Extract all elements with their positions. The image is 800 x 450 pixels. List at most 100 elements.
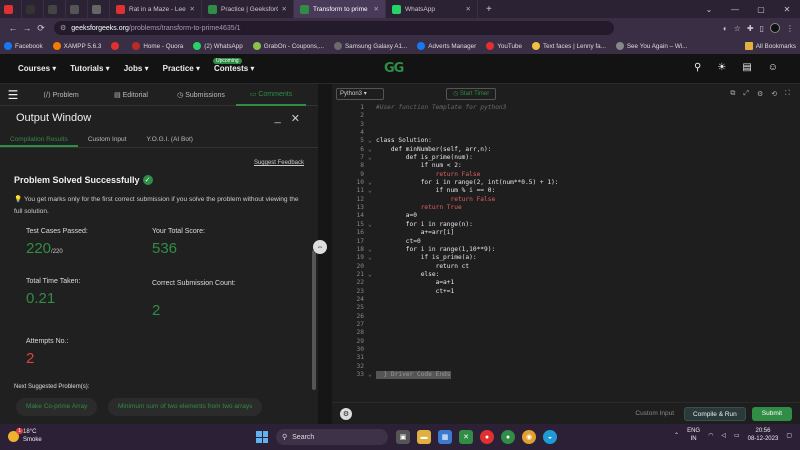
language-indicator[interactable]: ENG IN	[687, 427, 700, 443]
site-info-icon[interactable]: ⚙	[60, 24, 66, 32]
close-tab-icon[interactable]: ✕	[370, 5, 379, 13]
notes-icon[interactable]: ▤	[742, 62, 751, 73]
bookmark-item[interactable]: GrabOn - Coupons,...	[252, 42, 324, 50]
bookmark-item[interactable]	[111, 42, 122, 50]
fold-icon[interactable]: ⌄	[368, 137, 376, 145]
volume-icon[interactable]: ◁	[721, 432, 726, 439]
copy-icon[interactable]: ⧉	[730, 90, 735, 98]
expand-icon[interactable]: ⛶	[785, 90, 790, 98]
maximize-button[interactable]: ▢	[748, 5, 774, 14]
browser-tab[interactable]: Transform to prime | Practice | G✕	[294, 0, 386, 18]
subtab-custom-input[interactable]: Custom Input	[78, 132, 137, 147]
tab-search-icon[interactable]: ⌄	[696, 5, 722, 14]
tab-problem[interactable]: ⟨/⟩ Problem	[26, 91, 96, 99]
close-tab-icon[interactable]: ✕	[462, 5, 471, 13]
notification-icon[interactable]: ▢	[786, 432, 792, 439]
settings-icon[interactable]: ⚙	[757, 90, 763, 98]
nav-item[interactable]: Contests ▾	[214, 64, 254, 73]
compile-run-button[interactable]: Compile & Run	[684, 406, 746, 421]
fold-icon[interactable]: ⌄	[368, 179, 376, 187]
browser-tab[interactable]	[22, 0, 44, 18]
fold-icon[interactable]: ⌄	[368, 187, 376, 195]
bookmark-item[interactable]: Samsung Galaxy A1...	[333, 42, 407, 50]
xbox-icon[interactable]: ✕	[459, 430, 473, 444]
fold-icon[interactable]: ⌄	[368, 154, 376, 162]
bookmark-item[interactable]: Adverts Manager	[417, 42, 476, 50]
suggested-problem-2[interactable]: Minimum sum of two elements from two arr…	[108, 398, 263, 416]
back-icon[interactable]: ←	[6, 23, 20, 33]
output-scrollbar[interactable]	[312, 250, 316, 390]
app-green-icon[interactable]: ●	[501, 430, 515, 444]
all-bookmarks[interactable]: All Bookmarks	[744, 42, 796, 50]
start-timer-button[interactable]: ◷ Start Timer	[446, 88, 497, 100]
tab-comments[interactable]: ▭ Comments	[236, 84, 306, 106]
code-area[interactable]: 1 #User function Template for python3 2 3 4 5…	[332, 104, 800, 380]
hamburger-icon[interactable]: ☰	[0, 88, 26, 102]
reload-icon[interactable]: ⟳	[34, 23, 48, 34]
chrome-red-icon[interactable]: ●	[480, 430, 494, 444]
nav-item[interactable]: Practice ▾	[163, 64, 200, 73]
browser-tab[interactable]	[44, 0, 66, 18]
bookmark-item[interactable]: (2) WhatsApp	[193, 42, 243, 50]
windows-start-icon[interactable]	[256, 431, 268, 443]
fullscreen-icon[interactable]: ⤢	[743, 90, 749, 98]
browser-tab[interactable]	[88, 0, 110, 18]
nav-item[interactable]: Tutorials ▾	[70, 64, 109, 73]
close-tab-icon[interactable]: ✕	[278, 5, 287, 13]
tab-editorial[interactable]: ▤ Editorial	[96, 91, 166, 99]
edge-icon[interactable]: ◒	[543, 430, 557, 444]
incognito-icon[interactable]: ◐	[723, 24, 728, 33]
menu-icon[interactable]: ⋮	[786, 24, 794, 33]
weather-widget[interactable]: 1 18°C Smoke	[8, 427, 42, 444]
tab-submissions[interactable]: ◷ Submissions	[166, 91, 236, 99]
browser-tab[interactable]: Rat in a Maze - Leetcode - Tuto✕	[110, 0, 202, 18]
drag-handle-icon[interactable]: ⇔	[313, 240, 327, 254]
photos-icon[interactable]: ▦	[438, 430, 452, 444]
fold-icon[interactable]: ⌄	[368, 371, 376, 379]
nav-item[interactable]: Courses ▾	[18, 64, 56, 73]
fold-icon[interactable]: ⌄	[368, 146, 376, 154]
browser-tab[interactable]: Practice | GeeksforGeeks | A com✕	[202, 0, 294, 18]
extensions-icon[interactable]: ✚	[747, 24, 754, 33]
suggested-problem-1[interactable]: Make Co-prime Array	[16, 398, 98, 416]
browser-tab[interactable]: WhatsApp ✕	[386, 0, 478, 18]
bookmark-item[interactable]: Facebook	[4, 42, 43, 50]
gear-icon[interactable]: ⚙	[340, 407, 352, 420]
file-explorer-icon[interactable]: ▬	[417, 430, 431, 444]
clock[interactable]: 20:56 08-12-2023	[748, 427, 779, 443]
battery-icon[interactable]: ▭	[734, 432, 740, 439]
fold-icon[interactable]: ⌄	[368, 221, 376, 229]
fold-icon[interactable]: ⌄	[368, 254, 376, 262]
bookmark-item[interactable]: See You Again – Wi...	[615, 42, 687, 50]
theme-toggle-icon[interactable]: ☀	[717, 62, 726, 73]
language-select[interactable]: Python3 ▾	[336, 88, 384, 100]
task-view-icon[interactable]: ▣	[396, 430, 410, 444]
nav-item[interactable]: Jobs ▾	[124, 64, 149, 73]
wifi-icon[interactable]: ◠	[708, 432, 713, 439]
forward-icon[interactable]: →	[20, 23, 34, 33]
chevron-up-icon[interactable]: ⌃	[674, 432, 679, 439]
suggest-feedback-link[interactable]: Suggest Feedback	[254, 160, 304, 166]
minimize-output-icon[interactable]: _	[275, 112, 281, 125]
close-tab-icon[interactable]: ✕	[186, 5, 195, 13]
fold-icon[interactable]: ⌄	[368, 271, 376, 279]
new-tab-icon[interactable]: +	[478, 4, 500, 15]
bookmark-item[interactable]: YouTube	[486, 42, 522, 50]
panel-divider[interactable]	[318, 84, 332, 424]
gfg-logo[interactable]: GG	[384, 61, 404, 76]
browser-tab[interactable]	[66, 0, 88, 18]
bookmark-item[interactable]: Text faces | Lenny fa...	[531, 42, 606, 50]
url-input[interactable]: ⚙ geeksforgeeks.org/problems/transform-t…	[54, 21, 614, 35]
custom-input-button[interactable]: Custom Input	[635, 410, 674, 417]
subtab-yogi[interactable]: Y.O.G.I. (AI Bot)	[136, 132, 202, 147]
bookmark-item[interactable]: XAMPP 5.6.3	[52, 42, 101, 50]
minimize-button[interactable]: —	[722, 5, 748, 14]
bookmark-item[interactable]: Home - Quora	[132, 42, 183, 50]
bookmark-star-icon[interactable]: ☆	[734, 24, 741, 33]
user-icon[interactable]: ☺	[768, 62, 778, 73]
close-window-button[interactable]: ✕	[774, 5, 800, 14]
subtab-compilation-results[interactable]: Compilation Results	[0, 132, 78, 147]
chrome-icon[interactable]: ◉	[522, 430, 536, 444]
profile-avatar[interactable]	[770, 23, 780, 33]
submit-button[interactable]: Submit	[751, 406, 792, 421]
